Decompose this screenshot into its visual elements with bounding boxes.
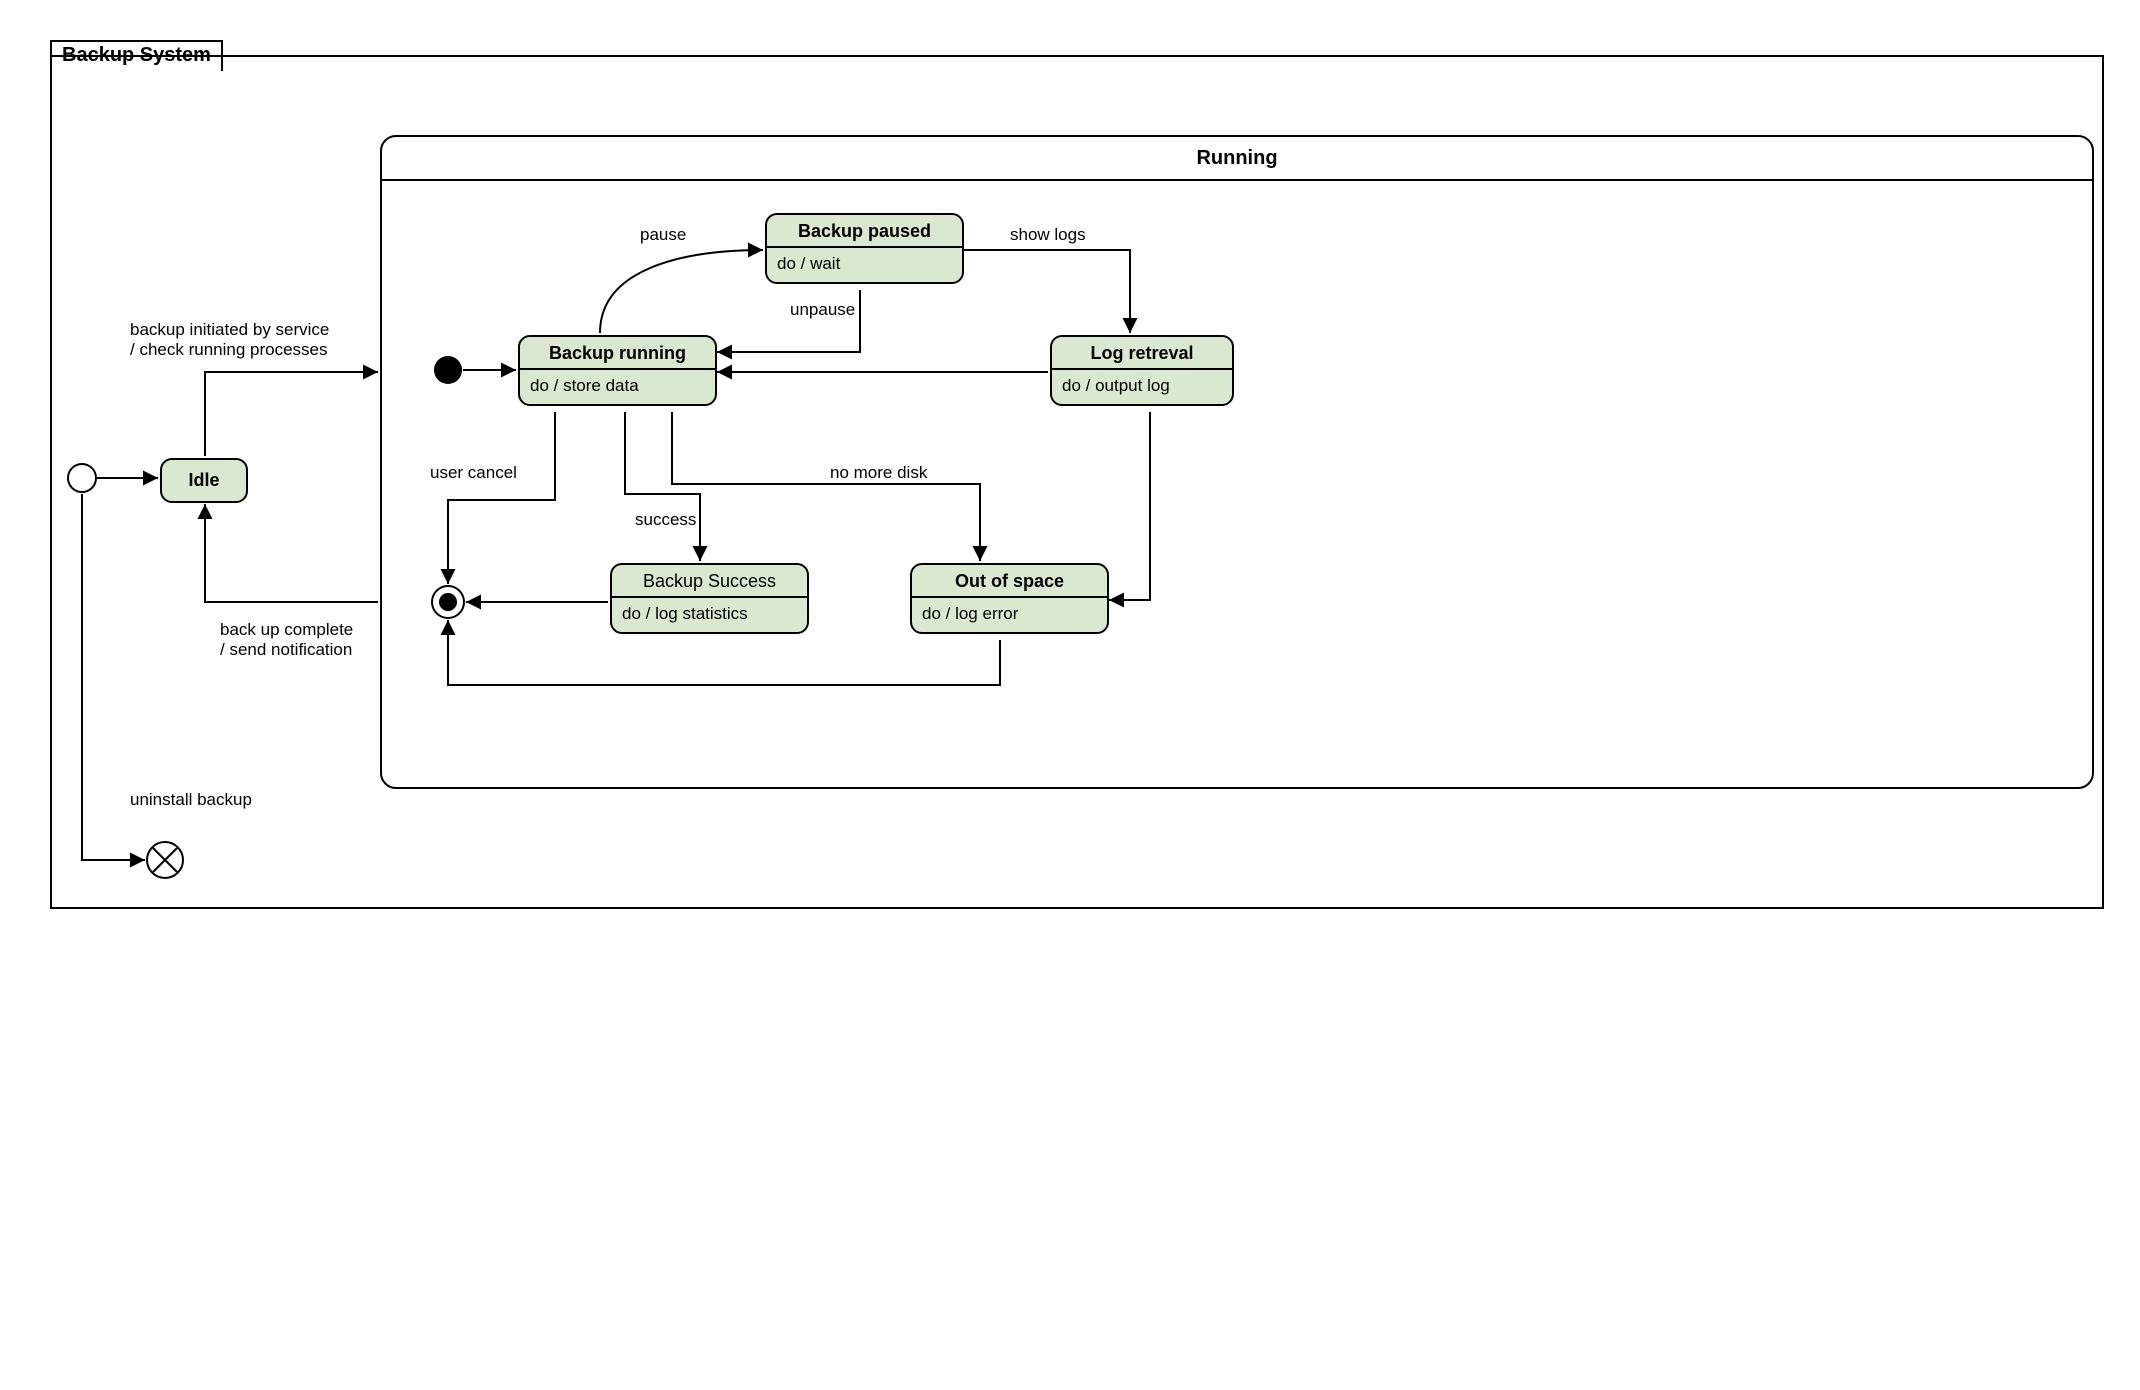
state-log-retrieval: Log retreval do / output log: [1050, 335, 1234, 406]
running-composite: Running: [380, 135, 2094, 789]
state-backup-paused: Backup paused do / wait: [765, 213, 964, 284]
state-backup-paused-body: do / wait: [767, 248, 962, 282]
label-uninstall: uninstall backup: [130, 790, 252, 810]
state-backup-success-name: Backup Success: [612, 565, 807, 598]
state-out-of-space-name: Out of space: [912, 565, 1107, 598]
label-no-more-disk: no more disk: [830, 463, 927, 483]
running-title: Running: [382, 147, 2092, 170]
running-divider: [382, 179, 2092, 181]
label-running-to-idle: back up complete / send notification: [220, 620, 353, 660]
label-unpause: unpause: [790, 300, 855, 320]
state-backup-running-name: Backup running: [520, 337, 715, 370]
state-backup-paused-name: Backup paused: [767, 215, 962, 248]
state-backup-running: Backup running do / store data: [518, 335, 717, 406]
state-idle-label: Idle: [188, 470, 219, 490]
label-pause: pause: [640, 225, 686, 245]
label-success: success: [635, 510, 696, 530]
state-backup-success-body: do / log statistics: [612, 598, 807, 632]
state-idle: Idle: [160, 458, 248, 503]
state-backup-running-body: do / store data: [520, 370, 715, 404]
state-backup-success: Backup Success do / log statistics: [610, 563, 809, 634]
state-log-retrieval-body: do / output log: [1052, 370, 1232, 404]
state-out-of-space-body: do / log error: [912, 598, 1107, 632]
diagram-canvas: Backup System Running Idle Backup runnin…: [0, 0, 2140, 1390]
label-init-to-running: backup initiated by service / check runn…: [130, 320, 329, 360]
label-user-cancel: user cancel: [430, 463, 517, 483]
state-log-retrieval-name: Log retreval: [1052, 337, 1232, 370]
state-out-of-space: Out of space do / log error: [910, 563, 1109, 634]
label-show-logs: show logs: [1010, 225, 1086, 245]
